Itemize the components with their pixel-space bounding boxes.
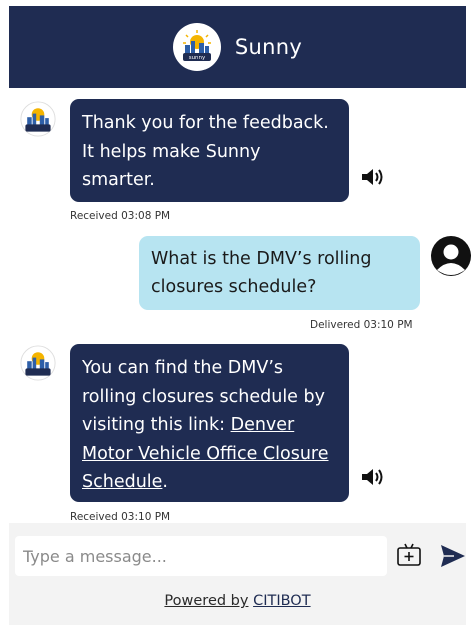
bot-message-text-end: . [162,472,168,492]
speaker-icon[interactable] [361,167,387,187]
powered-by-footer: Powered by CITIBOT [9,593,466,609]
chat-header: sunny Sunny [9,6,466,88]
bot-avatar-icon [19,100,57,138]
citibot-link[interactable]: CITIBOT [253,593,311,609]
user-message-bubble: What is the DMV’s rolling closures sched… [139,236,420,310]
attachment-icon[interactable] [395,541,423,569]
message-timestamp: Received 03:08 PM [70,210,171,222]
message-timestamp: Delivered 03:10 PM [310,319,413,331]
user-message-text: What is the DMV’s rolling closures sched… [151,249,372,297]
message-input[interactable] [15,536,387,576]
svg-text:sunny: sunny [189,55,206,61]
bot-message-text: Thank you for the feedback. It helps mak… [82,113,329,190]
user-avatar-icon [431,236,471,276]
page-title: Sunny [234,35,303,59]
message-composer: Powered by CITIBOT [9,523,466,625]
powered-by-label: Powered by [164,593,249,609]
bot-message-bubble: Thank you for the feedback. It helps mak… [70,99,349,202]
message-timestamp: Received 03:10 PM [70,511,171,523]
send-icon[interactable] [440,543,466,569]
bot-avatar-icon [19,344,57,382]
sunny-logo-icon: sunny [172,23,221,71]
bot-message-bubble: You can find the DMV’s rolling closures … [70,344,349,502]
speaker-icon[interactable] [361,467,387,487]
